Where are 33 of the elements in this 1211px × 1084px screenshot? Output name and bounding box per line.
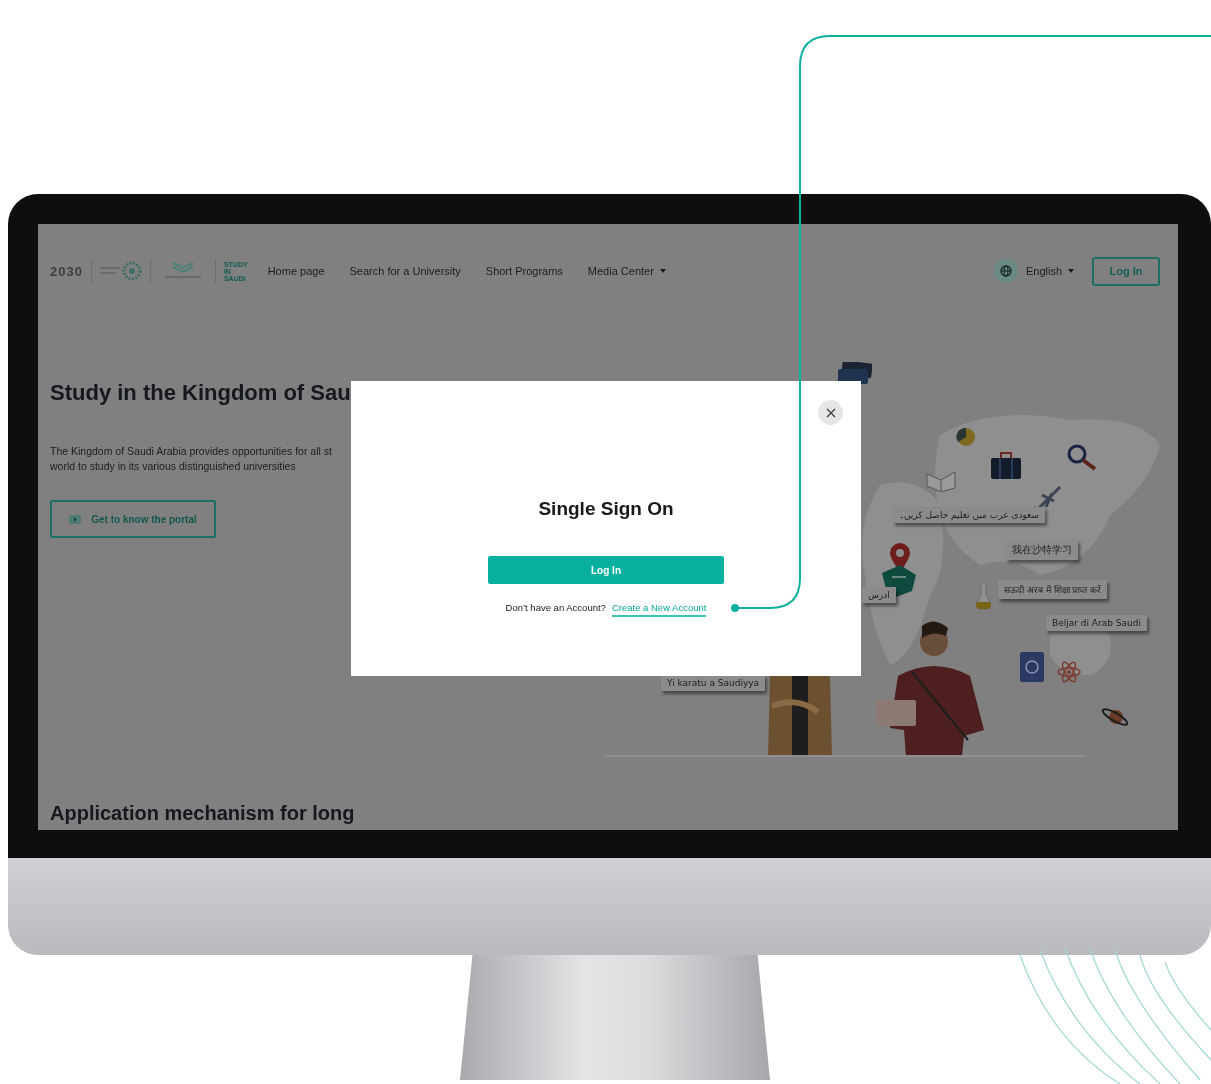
passport-icon: [1020, 652, 1045, 683]
map-label: سعودی عرب میں تعلیم حاصل کریں۔: [893, 507, 1045, 523]
login-button[interactable]: Log In: [488, 556, 724, 584]
globe-button[interactable]: [993, 259, 1018, 283]
close-icon: [825, 407, 836, 418]
map-label: Beljar di Arab Saudi: [1046, 615, 1147, 631]
hero-description: The Kingdom of Saudi Arabia provides opportunities for all st world to study in its various distinguished universities: [50, 444, 333, 474]
pie-chart-icon: [955, 427, 977, 447]
section-title: Application mechanism for long: [49, 801, 356, 825]
account-prompt: Don’t have an Account?: [505, 602, 606, 613]
close-button[interactable]: [818, 400, 843, 425]
magnifier-icon: [1066, 443, 1097, 471]
caret-icon: [1068, 269, 1074, 273]
credit-cards-icon: [838, 362, 872, 385]
nav-link[interactable]: Home page: [267, 265, 325, 277]
emblem-icon: [99, 260, 142, 282]
create-account-link[interactable]: Create a New Account: [611, 602, 707, 617]
globe-icon: [999, 265, 1012, 277]
map-label: 我在沙特学习: [1006, 540, 1078, 560]
atom-icon: [1057, 660, 1081, 684]
nav-link[interactable]: Short Programs: [485, 265, 563, 277]
nav-link[interactable]: Search for a University: [349, 265, 461, 277]
map-label: ادرس: [862, 587, 896, 603]
caret-icon: [659, 269, 666, 273]
briefcase-icon: [990, 452, 1022, 480]
modal-title: Single Sign On: [538, 498, 674, 520]
vision-logo: 2030: [50, 263, 83, 279]
language-dropdown[interactable]: English: [1025, 265, 1074, 277]
play-icon: [69, 514, 82, 524]
flask-icon: [975, 585, 992, 610]
hero-title: Study in the Kingdom of Sau: [50, 380, 352, 406]
nav-dropdown[interactable]: Media Center: [587, 265, 666, 277]
map-label: सऊदी अरब में शिक्षा प्राप्त करें: [998, 580, 1108, 599]
